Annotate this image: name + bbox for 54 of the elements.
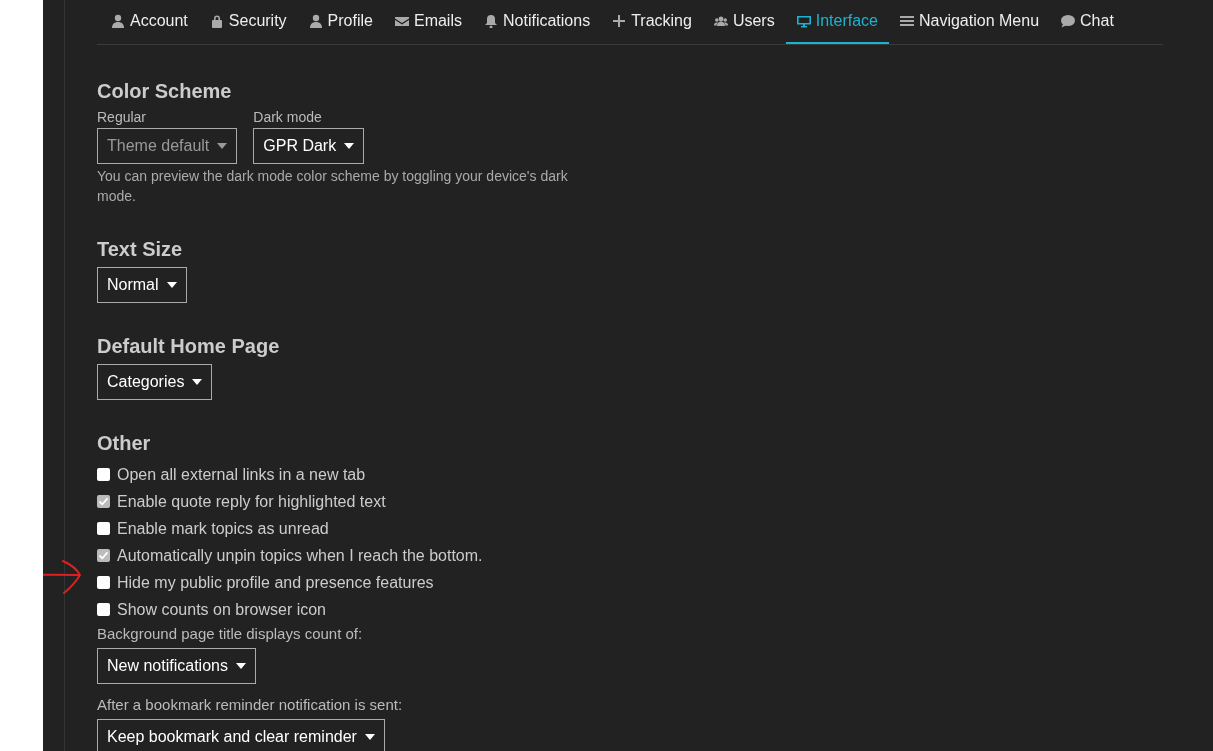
tab[interactable]: Account bbox=[100, 0, 199, 44]
checkbox[interactable] bbox=[97, 522, 110, 535]
dropdown[interactable]: New notifications bbox=[97, 648, 256, 684]
tab[interactable]: Emails bbox=[383, 0, 473, 44]
field-label: Dark mode bbox=[253, 109, 323, 125]
tab[interactable]: Chat bbox=[1050, 0, 1125, 44]
speech-bubble-icon bbox=[1061, 14, 1076, 28]
checkbox[interactable] bbox=[97, 468, 110, 481]
checkbox-label[interactable]: Automatically unpin topics when I reach the bottom. bbox=[117, 546, 483, 565]
dropdown[interactable]: Categories bbox=[97, 364, 213, 400]
tab[interactable]: Security bbox=[198, 0, 298, 44]
checkbox-label[interactable]: Enable quote reply for highlighted text bbox=[117, 492, 386, 511]
checkbox[interactable] bbox=[97, 495, 110, 508]
checkbox[interactable] bbox=[97, 549, 110, 562]
menu-icon bbox=[899, 14, 914, 28]
people-icon bbox=[713, 14, 728, 28]
checkbox[interactable] bbox=[97, 576, 110, 589]
person-icon bbox=[308, 14, 323, 28]
dropdown[interactable]: Keep bookmark and clear reminder bbox=[97, 719, 385, 751]
field-label: After a bookmark reminder notification is sent: bbox=[97, 696, 404, 713]
section-heading: Color Scheme bbox=[97, 80, 233, 103]
tab[interactable]: Profile bbox=[297, 0, 384, 44]
caret-icon bbox=[364, 734, 375, 740]
padlock-icon bbox=[209, 14, 224, 28]
dropdown[interactable]: Normal bbox=[97, 267, 187, 303]
caret-icon bbox=[344, 143, 355, 149]
tab[interactable]: Notifications bbox=[473, 0, 602, 44]
checkbox-label[interactable]: Show counts on browser icon bbox=[117, 600, 326, 619]
field-label: Background page title displays count of: bbox=[97, 625, 364, 642]
checkmark-icon bbox=[98, 550, 109, 561]
checkbox[interactable] bbox=[97, 603, 110, 616]
checkmark-icon bbox=[98, 496, 109, 507]
help-text: You can preview the dark mode color scheme by toggling your device's dark mode. bbox=[97, 167, 569, 206]
checkbox-label[interactable]: Hide my public profile and presence features bbox=[117, 573, 434, 592]
monitor-icon bbox=[796, 14, 811, 28]
dropdown[interactable]: GPR Dark bbox=[253, 128, 365, 164]
checkbox-label[interactable]: Open all external links in a new tab bbox=[117, 465, 366, 484]
plus-icon bbox=[612, 14, 627, 28]
envelope-icon bbox=[394, 14, 409, 28]
caret-icon bbox=[166, 282, 177, 288]
section-heading: Default Home Page bbox=[97, 335, 281, 358]
caret-icon bbox=[235, 663, 246, 669]
caret-icon bbox=[192, 379, 203, 385]
person-icon bbox=[111, 14, 125, 28]
caret-icon bbox=[217, 143, 228, 149]
field-label: Regular bbox=[97, 109, 148, 125]
bell-icon bbox=[484, 14, 498, 28]
tab[interactable]: Users bbox=[702, 0, 786, 44]
tab[interactable]: Tracking bbox=[601, 0, 703, 44]
checkbox-label[interactable]: Enable mark topics as unread bbox=[117, 519, 329, 538]
tab[interactable]: Navigation Menu bbox=[888, 0, 1051, 44]
section-heading: Other bbox=[97, 432, 152, 455]
section-heading: Text Size bbox=[97, 238, 184, 261]
tab[interactable]: Interface bbox=[785, 0, 889, 44]
